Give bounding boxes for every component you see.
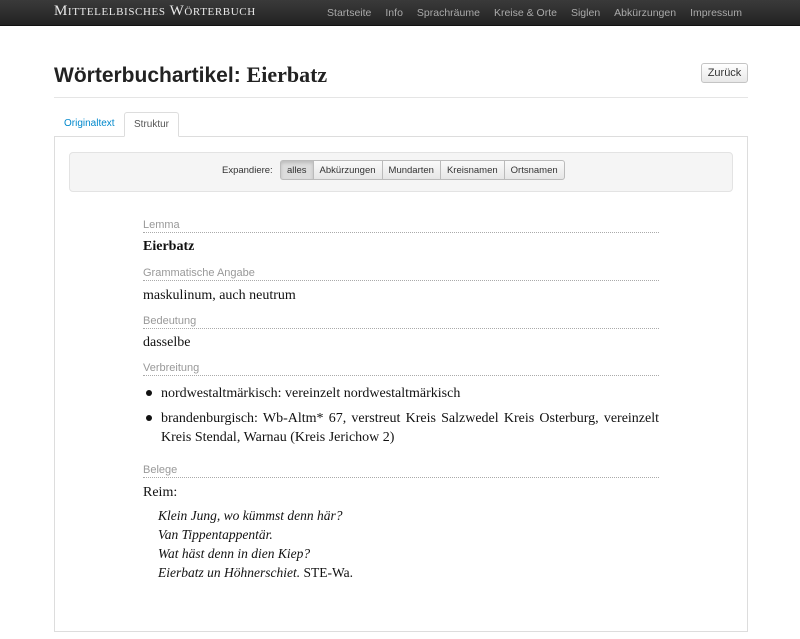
list-item: nordwestaltmärkisch: vereinzelt nordwest… [143, 384, 659, 403]
lemma-value: Eierbatz [143, 239, 195, 254]
page-title-word: Eierbatz [246, 62, 328, 87]
nav-link-siglen[interactable]: Siglen [571, 7, 600, 19]
bullet-icon [146, 390, 152, 396]
nav-link-impressum[interactable]: Impressum [690, 7, 742, 19]
distribution-list: nordwestaltmärkisch: vereinzelt nordwest… [143, 384, 659, 453]
expand-dialects-button[interactable]: Mundarten [381, 160, 441, 180]
nav-link-abkuerzungen[interactable]: Abkürzungen [614, 7, 676, 19]
evidence-source: STE-Wa. [300, 565, 354, 580]
expand-all-button[interactable]: alles [280, 160, 314, 180]
quote-line: Van Tippentappentär. [158, 527, 273, 542]
nav-link-kreise-orte[interactable]: Kreise & Orte [494, 7, 557, 19]
quote-line: Eierbatz un Höhnerschiet. [158, 565, 301, 580]
back-button[interactable]: Zurück [701, 63, 748, 83]
expand-place-names-button[interactable]: Ortsnamen [503, 160, 565, 180]
quote-line: Wat häst denn in dien Kiep? [158, 546, 311, 561]
distribution-item-text: brandenburgisch: Wb-Altm* 67, verstreut … [161, 411, 659, 445]
navbar: Mittelelbisches Wörterbuch Startseite In… [0, 0, 800, 26]
distribution-label: Verbreitung [143, 362, 659, 376]
expand-district-names-button[interactable]: Kreisnamen [439, 160, 505, 180]
bullet-icon [146, 415, 152, 421]
page-title-prefix: Wörterbuchartikel: [54, 64, 247, 87]
grammar-label: Grammatische Angabe [143, 267, 659, 281]
expand-button-group: alles Abkürzungen Mundarten Kreisnamen O… [280, 160, 565, 180]
list-item: brandenburgisch: Wb-Altm* 67, verstreut … [143, 409, 659, 447]
nav-link-info[interactable]: Info [385, 7, 403, 19]
quote-line: Klein Jung, wo kümmst denn här? [158, 508, 343, 523]
title-divider [54, 97, 748, 98]
site-brand[interactable]: Mittelelbisches Wörterbuch [54, 3, 256, 20]
distribution-item-text: nordwestaltmärkisch: vereinzelt nordwest… [161, 386, 461, 401]
evidence-quote: Klein Jung, wo kümmst denn här? Van Tipp… [158, 506, 353, 582]
page-title: Wörterbuchartikel: Eierbatz [54, 62, 327, 88]
meaning-label: Bedeutung [143, 315, 659, 329]
tab-struktur[interactable]: Struktur [124, 112, 180, 137]
evidence-intro: Reim: [143, 485, 178, 500]
expand-abbreviations-button[interactable]: Abkürzungen [312, 160, 383, 180]
evidence-label: Belege [143, 464, 659, 478]
grammar-value: maskulinum, auch neutrum [143, 288, 296, 303]
nav-link-startseite[interactable]: Startseite [327, 7, 371, 19]
meaning-value: dasselbe [143, 335, 191, 350]
tab-originaltext[interactable]: Originaltext [55, 112, 124, 137]
expand-label: Expandiere: [222, 165, 273, 176]
nav-links: Startseite Info Sprachräume Kreise & Ort… [313, 0, 742, 26]
nav-link-sprachraeume[interactable]: Sprachräume [417, 7, 480, 19]
lemma-label: Lemma [143, 219, 659, 233]
